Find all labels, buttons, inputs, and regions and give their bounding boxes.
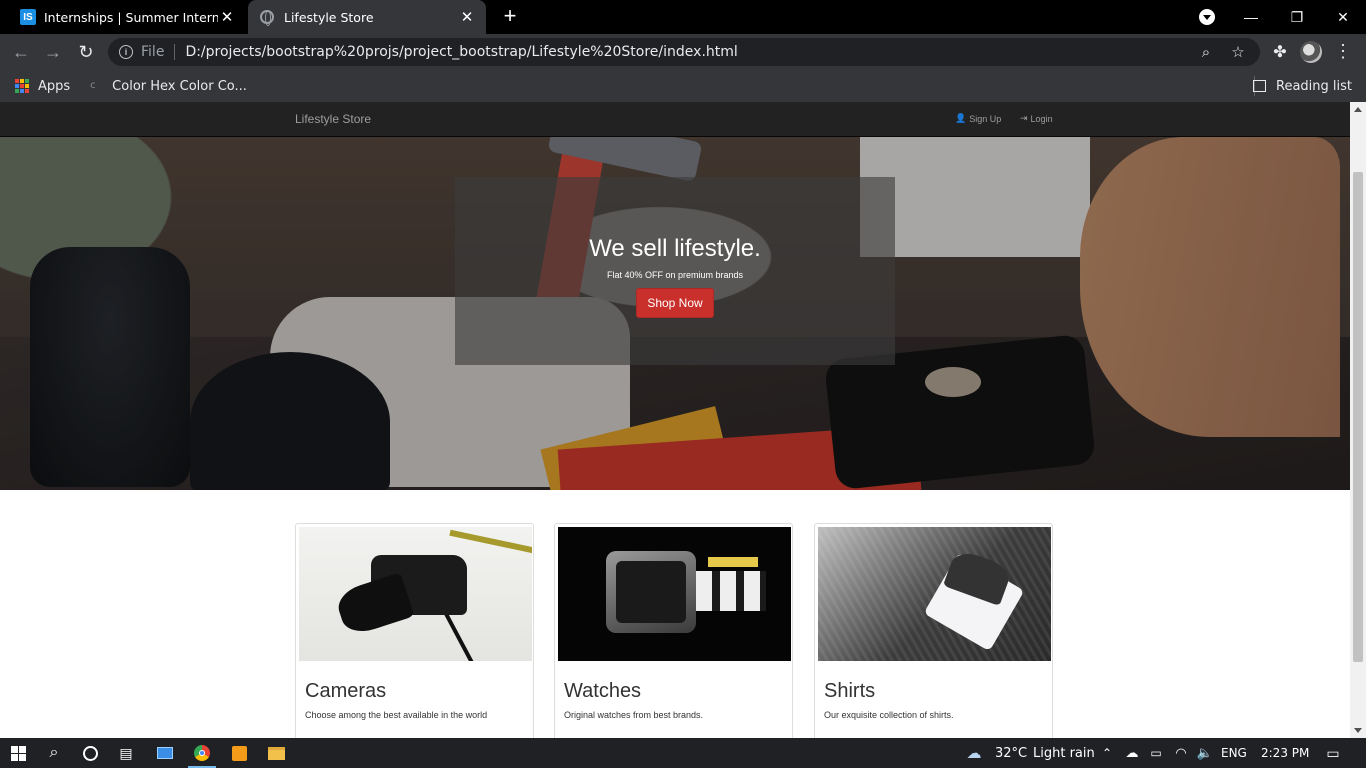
login-link[interactable]: ⇥ Login: [1020, 113, 1053, 124]
card-description: Original watches from best brands.: [564, 710, 704, 720]
task-view-icon[interactable]: ▤: [116, 743, 136, 763]
notifications-icon[interactable]: ▭: [1323, 743, 1343, 763]
url-text[interactable]: D:/projects/bootstrap%20projs/project_bo…: [185, 44, 1196, 60]
scroll-up-icon[interactable]: [1354, 107, 1362, 112]
scheme-label: File: [141, 44, 165, 60]
watch-band: [708, 557, 758, 567]
address-bar[interactable]: i File D:/projects/bootstrap%20projs/pro…: [108, 38, 1260, 66]
chrome-icon[interactable]: [192, 743, 212, 763]
minimize-button[interactable]: —: [1228, 0, 1274, 34]
category-card-watches[interactable]: Watches Original watches from best brand…: [554, 523, 793, 738]
watch-band: [696, 571, 766, 611]
bookmark-color-hex[interactable]: c Color Hex Color Co...: [90, 79, 247, 94]
watch-dial: [616, 561, 686, 623]
banner-title: We sell lifestyle.: [589, 235, 761, 262]
reading-list-button[interactable]: Reading list: [1253, 70, 1352, 102]
weather-description[interactable]: Light rain: [1033, 746, 1095, 761]
info-icon[interactable]: i: [119, 45, 133, 59]
bookmark-apps[interactable]: Apps: [0, 79, 70, 94]
weather-cloud-icon[interactable]: ☁: [964, 743, 984, 763]
tab-lifestyle-store[interactable]: Lifestyle Store ✕: [248, 0, 486, 34]
menu-kebab-icon[interactable]: ⋮: [1334, 41, 1352, 63]
reading-list-label: Reading list: [1276, 78, 1352, 94]
cameras-image[interactable]: [299, 527, 532, 661]
camera-strap: [442, 610, 480, 661]
camera-strap: [449, 529, 532, 555]
bookmarks-bar: Apps c Color Hex Color Co... Reading lis…: [0, 70, 1366, 102]
windows-logo-icon: [10, 745, 26, 761]
card-title: Watches: [564, 680, 642, 702]
reading-list-icon: [1253, 80, 1266, 92]
category-card-cameras[interactable]: Cameras Choose among the best available …: [295, 523, 534, 738]
file-explorer-icon[interactable]: [266, 743, 286, 763]
site-navbar: Lifestyle Store 👤 Sign Up ⇥ Login: [0, 102, 1350, 137]
card-description: Our exquisite collection of shirts.: [824, 710, 954, 720]
banner-subtitle: Flat 40% OFF on premium brands: [606, 270, 744, 280]
card-title: Shirts: [824, 680, 876, 702]
login-label: Login: [1030, 113, 1053, 124]
battery-icon[interactable]: ▭: [1146, 743, 1166, 763]
hero-banner-box: We sell lifestyle. Flat 40% OFF on premi…: [455, 177, 895, 365]
language-indicator[interactable]: ENG: [1221, 746, 1247, 760]
browser-toolbar: ← → ↻ i File D:/projects/bootstrap%20pro…: [0, 34, 1366, 70]
new-tab-button[interactable]: +: [498, 5, 522, 29]
reload-icon[interactable]: ↻: [75, 41, 97, 63]
signup-label: Sign Up: [969, 113, 1002, 124]
bookmark-label: Color Hex Color Co...: [112, 78, 247, 94]
category-card-shirts[interactable]: Shirts Our exquisite collection of shirt…: [814, 523, 1053, 738]
tab-search-icon[interactable]: [1199, 9, 1215, 25]
apps-grid-icon: [15, 79, 29, 93]
wifi-icon[interactable]: ◠: [1171, 743, 1191, 763]
zoom-icon[interactable]: ⌕: [1196, 42, 1216, 62]
sublime-text-icon[interactable]: [229, 743, 249, 763]
tab-internships[interactable]: IS Internships | Summer Internship 2 ✕: [8, 0, 246, 34]
clock-time[interactable]: 2:23 PM: [1261, 746, 1309, 760]
scroll-down-icon[interactable]: [1354, 728, 1362, 733]
weather-temperature[interactable]: 32°C: [995, 746, 1027, 761]
login-icon: ⇥: [1020, 113, 1028, 123]
user-icon: 👤: [955, 113, 967, 123]
restore-button[interactable]: ❐: [1274, 0, 1320, 34]
shirts-image[interactable]: [818, 527, 1051, 661]
tab-title: Internships | Summer Internship 2: [44, 9, 218, 25]
extensions-icon[interactable]: ✤: [1270, 42, 1290, 62]
close-tab-icon[interactable]: ✕: [458, 8, 476, 26]
camera-lens: [333, 572, 415, 638]
internshala-favicon-icon: IS: [20, 9, 36, 25]
globe-icon: [260, 10, 274, 26]
search-icon[interactable]: ⌕: [44, 743, 64, 763]
page-viewport: Lifestyle Store 👤 Sign Up ⇥ Login We sel…: [0, 102, 1366, 738]
colorhex-favicon-icon: c: [90, 80, 96, 91]
cortana-icon[interactable]: [80, 743, 100, 763]
computer-app-icon[interactable]: [155, 743, 175, 763]
onedrive-cloud-icon[interactable]: ☁: [1122, 743, 1142, 763]
back-icon[interactable]: ←: [10, 41, 32, 63]
shop-now-button[interactable]: Shop Now: [636, 288, 714, 318]
windows-taskbar: ⌕ ▤ ☁ 32°C Light rain ⌃ ☁ ▭ ◠ 🔈 ENG 2:23…: [0, 738, 1366, 768]
profile-avatar[interactable]: [1300, 41, 1322, 63]
tab-title: Lifestyle Store: [284, 9, 374, 25]
page-scrollbar[interactable]: [1350, 102, 1366, 738]
close-tab-icon[interactable]: ✕: [218, 8, 236, 26]
scroll-thumb[interactable]: [1353, 172, 1363, 662]
hero-banner-image: We sell lifestyle. Flat 40% OFF on premi…: [0, 137, 1350, 490]
browser-tabstrip: IS Internships | Summer Internship 2 ✕ L…: [0, 0, 1366, 34]
omnibox-divider: [174, 44, 176, 60]
card-description: Choose among the best available in the w…: [305, 710, 488, 720]
signup-link[interactable]: 👤 Sign Up: [955, 113, 1001, 124]
chevron-up-icon[interactable]: ⌃: [1097, 743, 1117, 763]
card-title: Cameras: [305, 680, 387, 702]
site-brand[interactable]: Lifestyle Store: [295, 112, 371, 126]
forward-icon[interactable]: →: [42, 41, 64, 63]
bookmark-star-icon[interactable]: ☆: [1228, 42, 1248, 62]
bookmark-label: Apps: [38, 78, 71, 94]
volume-icon[interactable]: 🔈: [1195, 743, 1215, 763]
watches-image[interactable]: [558, 527, 791, 661]
close-window-button[interactable]: ✕: [1320, 0, 1366, 34]
start-button[interactable]: [8, 743, 28, 763]
